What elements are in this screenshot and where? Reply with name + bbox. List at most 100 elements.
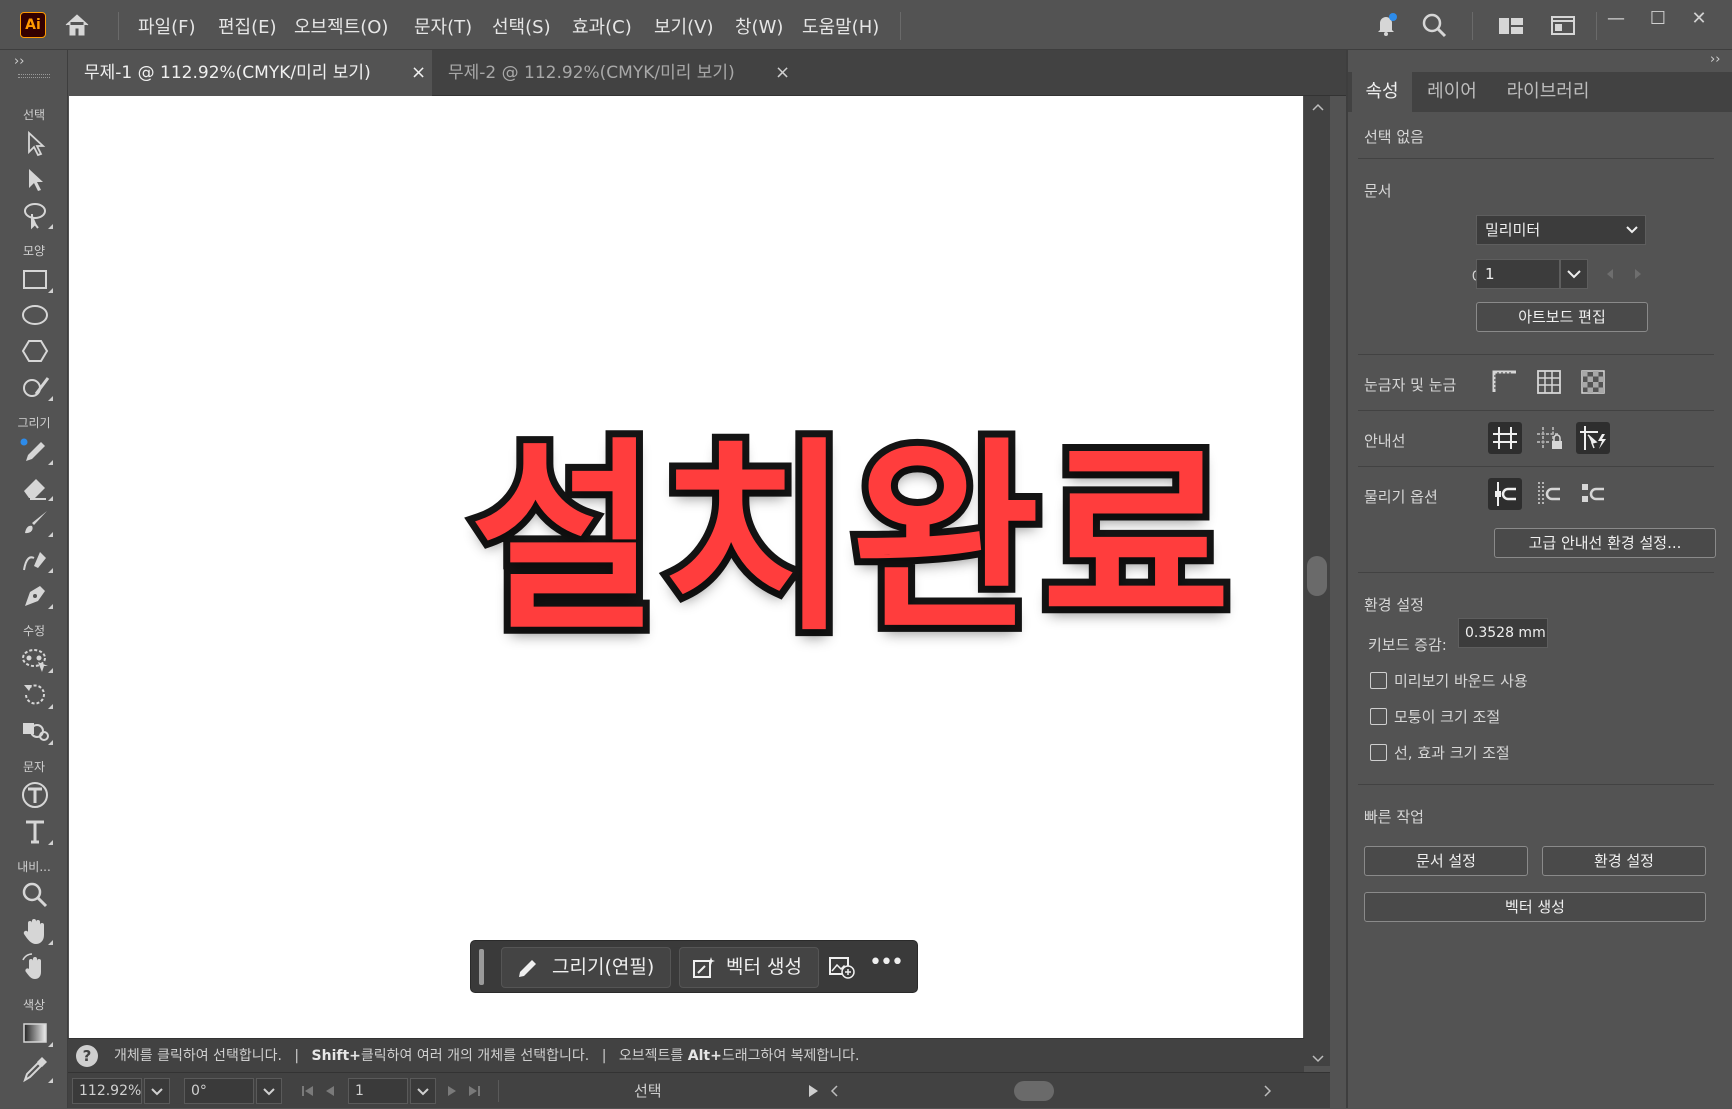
touch-type-tool-icon[interactable] [20,780,54,810]
notification-bell-icon[interactable] [1372,11,1400,39]
minimize-icon[interactable]: — [1602,8,1630,32]
zoom-tool-icon[interactable] [20,880,54,910]
puppet-warp-tool-icon[interactable] [20,644,54,674]
tab-document-1[interactable]: 무제-1 @ 112.92%(CMYK/미리 보기) [68,50,432,96]
eraser-tool-icon[interactable] [20,472,54,502]
eyedropper-tool-icon[interactable] [20,1054,54,1084]
add-image-icon[interactable] [829,955,855,979]
document-setup-button[interactable]: 문서 설정 [1364,846,1528,876]
home-icon[interactable] [62,10,92,40]
show-guides-icon[interactable] [1488,422,1522,454]
tab-layers[interactable]: 레이어 [1412,72,1492,112]
tab-libraries[interactable]: 라이브러리 [1492,72,1604,112]
last-artboard-icon[interactable] [466,1083,482,1099]
rotate-tool-icon[interactable] [20,680,54,710]
preview-bounds-checkbox[interactable] [1370,672,1387,689]
menu-view[interactable]: 보기(V) [654,13,713,39]
menu-type[interactable]: 문자(T) [414,13,472,39]
smart-guides-icon[interactable] [1576,422,1610,454]
pencil-tool-icon[interactable] [20,436,54,466]
hand-tool-icon[interactable] [20,916,54,946]
artwork-text[interactable]: 설치완료 [463,418,1237,662]
toolbar-collapse-icon[interactable]: ›› [14,54,24,69]
guides-label: 안내선 [1364,432,1406,450]
shaper-tool-icon[interactable] [20,372,54,402]
arrange-documents-icon[interactable] [1549,11,1577,39]
preferences-button[interactable]: 환경 설정 [1542,846,1706,876]
snap-to-point-icon[interactable] [1488,478,1522,510]
zoom-field[interactable]: 112.92% [72,1078,142,1104]
horizontal-scroll-thumb[interactable] [1014,1081,1054,1101]
scale-strokes-effects-checkbox[interactable] [1370,744,1387,761]
zoom-dropdown-icon[interactable] [144,1078,170,1104]
previous-artboard-arrow-icon[interactable] [1604,268,1616,280]
generate-vector-button[interactable]: 벡터 생성 [679,947,819,988]
tab-properties[interactable]: 속성 [1352,72,1412,112]
next-artboard-arrow-icon[interactable] [1632,268,1644,280]
generate-vector-panel-button[interactable]: 벡터 생성 [1364,892,1706,922]
rotate-view-tool-icon[interactable] [20,952,54,982]
edit-artboard-button[interactable]: 아트보드 편집 [1476,302,1648,332]
next-artboard-icon[interactable] [444,1083,460,1099]
toolbar-grip[interactable] [18,74,50,78]
pen-tool-icon[interactable] [20,580,54,610]
menu-window[interactable]: 창(W) [735,13,783,39]
direct-selection-tool-icon[interactable] [20,164,54,194]
snap-to-pixel-icon[interactable] [1532,478,1566,510]
close-icon[interactable]: ✕ [1685,8,1713,32]
grid-toggle-icon[interactable] [1532,366,1566,398]
search-icon[interactable] [1420,11,1448,39]
tab-label: 무제-2 @ 112.92%(CMYK/미리 보기) [448,63,735,83]
group-label-shape: 모양 [22,244,46,258]
transparency-grid-icon[interactable] [1576,366,1610,398]
help-icon[interactable]: ? [76,1045,98,1067]
menu-object[interactable]: 오브젝트(O) [294,13,388,39]
menu-edit[interactable]: 편집(E) [218,13,277,39]
units-select[interactable]: 밀리미터 [1476,215,1646,245]
scroll-up-icon[interactable] [1311,102,1325,112]
maximize-icon[interactable]: ☐ [1644,8,1672,32]
taskbar-drag-handle[interactable] [479,949,484,985]
curvature-tool-icon[interactable] [20,544,54,574]
vertical-scrollbar[interactable] [1304,96,1330,1066]
lock-guides-icon[interactable] [1532,422,1566,454]
artboard-dropdown-icon[interactable] [410,1078,436,1104]
tab-document-2[interactable]: 무제-2 @ 112.92%(CMYK/미리 보기) [432,50,792,96]
menu-effect[interactable]: 효과(C) [572,13,632,39]
first-artboard-icon[interactable] [300,1083,316,1099]
group-label-select: 선택 [22,108,46,122]
panel-collapse-icon[interactable]: ›› [1710,52,1720,67]
rulers-toggle-icon[interactable] [1488,366,1522,398]
shape-builder-tool-icon[interactable] [20,716,54,746]
status-menu-icon[interactable] [806,1083,820,1099]
menu-help[interactable]: 도움말(H) [802,13,879,39]
lasso-tool-icon[interactable] [20,200,54,230]
vertical-scroll-thumb[interactable] [1307,556,1327,596]
more-options-icon[interactable]: ••• [869,950,904,975]
close-tab-2-icon[interactable]: × [775,50,790,96]
ellipse-tool-icon[interactable] [20,300,54,330]
horizontal-scrollbar[interactable] [826,1073,1326,1109]
close-tab-1-icon[interactable]: × [411,50,426,96]
workspace-switcher-icon[interactable] [1497,11,1525,39]
gradient-tool-icon[interactable] [20,1018,54,1048]
draw-pencil-button[interactable]: 그리기(연필) [501,947,671,988]
keyboard-increment-input[interactable]: 0.3528 mm [1458,618,1548,648]
polygon-tool-icon[interactable] [20,336,54,366]
previous-artboard-icon[interactable] [322,1083,338,1099]
rectangle-tool-icon[interactable] [20,264,54,294]
menu-file[interactable]: 파일(F) [138,13,196,39]
type-tool-icon[interactable] [20,816,54,846]
selection-tool-icon[interactable] [20,128,54,158]
paintbrush-tool-icon[interactable] [20,508,54,538]
artboard-number-field[interactable]: 1 [348,1078,408,1104]
artboard-select[interactable]: 1 [1476,259,1560,289]
advanced-guides-settings-button[interactable]: 고급 안내선 환경 설정... [1494,528,1716,558]
artboard-dropdown-icon[interactable] [1560,259,1588,289]
menu-select[interactable]: 선택(S) [492,13,551,39]
rotate-dropdown-icon[interactable] [256,1078,282,1104]
rotate-view-field[interactable]: 0° [184,1078,254,1104]
scroll-down-icon[interactable] [1311,1054,1325,1064]
scale-corners-checkbox[interactable] [1370,708,1387,725]
snap-to-glyph-icon[interactable] [1576,478,1610,510]
